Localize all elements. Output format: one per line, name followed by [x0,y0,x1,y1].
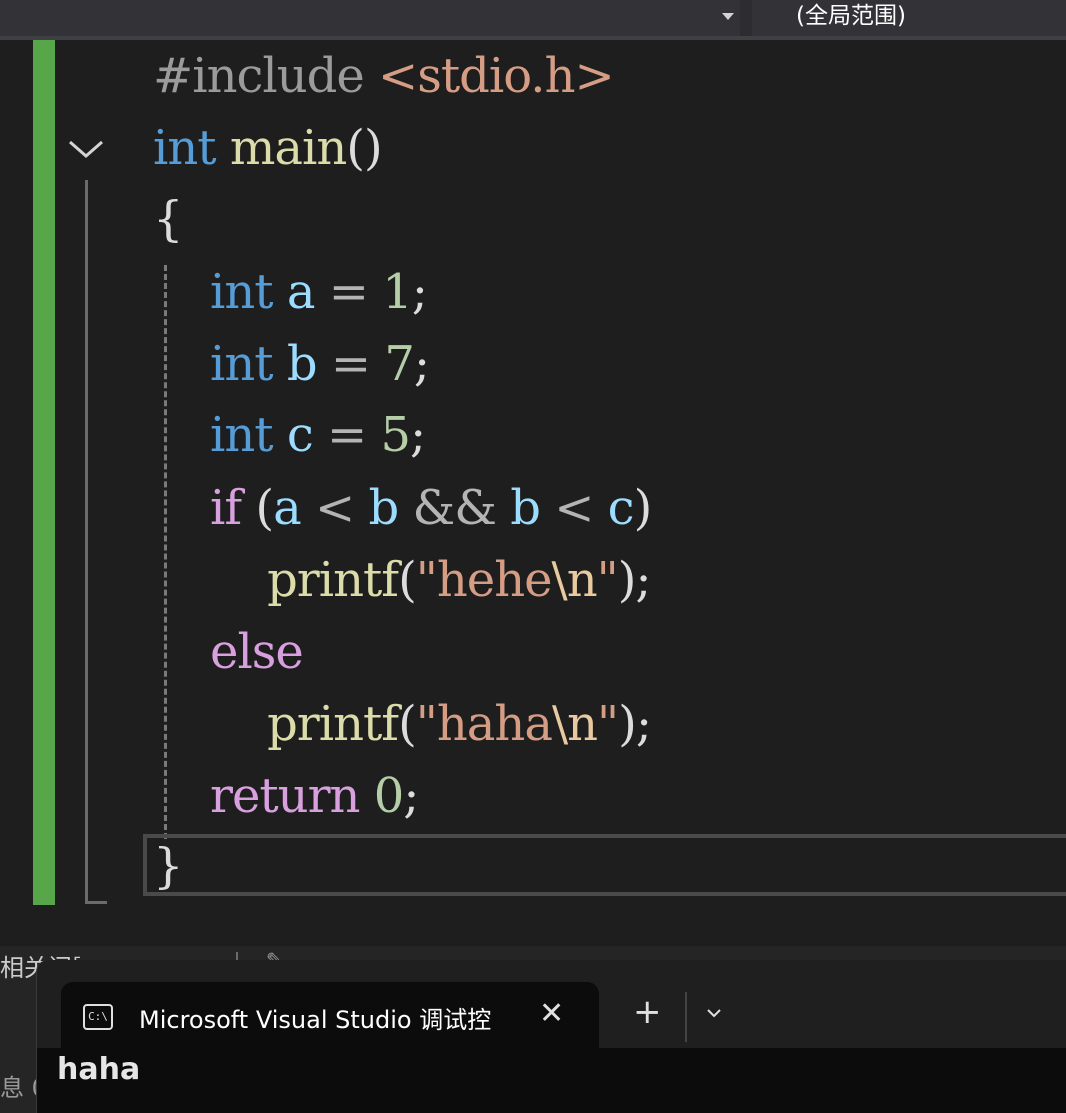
scope-bar: (全局范围) [0,0,1066,40]
code-line[interactable]: return 0; [153,760,419,832]
code-token: () [346,120,382,176]
code-token: ( [398,696,417,752]
code-token: a [286,264,316,320]
collapse-chevron-icon[interactable] [66,134,106,164]
code-token: ) [633,480,653,536]
code-token: printf [267,552,399,608]
code-token: = [312,407,381,463]
code-token: 5 [380,407,411,463]
code-token: int [210,336,274,392]
debug-console-window[interactable]: C:\ Microsoft Visual Studio 调试控 ✕ + haha [36,960,1066,1113]
code-token: main [229,120,347,176]
code-token: ( [241,480,274,536]
terminal-output-area[interactable]: haha [37,1048,1066,1113]
code-token: < [539,480,608,536]
outline-line-end [85,901,107,904]
code-token: { [153,191,184,247]
scope-label: (全局范围) [796,3,906,29]
scope-dropdown[interactable]: (全局范围) [752,0,1066,36]
code-token: = [314,264,383,320]
code-token: c [607,480,635,536]
code-token: "haha [415,696,553,752]
code-token: c [286,407,314,463]
code-token: 1 [382,264,413,320]
code-line[interactable]: #include <stdio.h> [153,40,615,112]
code-line[interactable]: if (a < b && b < c) [153,472,653,544]
code-line[interactable]: int b = 7; [153,328,430,400]
code-token: printf [267,696,399,752]
code-token: b [286,336,318,392]
code-token: b [510,480,541,536]
code-token: \n [551,552,598,608]
code-token: int [210,407,274,463]
outline-line [85,180,88,904]
code-token: ; [413,336,430,392]
chevron-down-icon[interactable] [707,1006,721,1020]
code-line[interactable]: int c = 5; [153,399,426,471]
dropdown-arrow-icon[interactable] [722,13,734,20]
code-token: ; [410,407,426,463]
code-token: " [597,696,619,752]
code-token: else [210,624,304,680]
code-token: ; [403,768,419,824]
code-token: ; [411,264,428,320]
code-token: < [300,480,369,536]
code-line[interactable]: } [153,830,184,902]
code-line[interactable]: { [153,183,184,255]
code-line[interactable]: int main() [153,112,383,184]
code-token: ( [398,552,417,608]
code-line[interactable]: int a = 1; [153,256,428,328]
terminal-tab[interactable]: C:\ Microsoft Visual Studio 调试控 ✕ [61,982,599,1058]
code-token: ); [618,696,652,752]
code-token: 7 [384,336,415,392]
terminal-output: haha [57,1052,141,1087]
tab-divider [685,992,687,1042]
code-line[interactable]: printf("haha\n"); [153,688,652,760]
change-tracking-bar [33,40,55,905]
member-dropdown[interactable] [0,0,740,36]
code-editor[interactable]: #include <stdio.h> int main(){ int a = 1;… [0,40,1066,946]
code-token: \n [551,696,598,752]
code-token: = [316,336,385,392]
code-line[interactable]: else [153,616,304,688]
close-tab-button[interactable]: ✕ [539,996,564,1031]
code-token: #include [153,48,365,104]
code-token: 0 [373,768,405,824]
code-line[interactable]: printf("hehe\n"); [153,544,652,616]
code-token: <stdio.h> [378,48,615,104]
code-token: int [153,120,217,176]
code-token: && [398,480,511,536]
terminal-tab-title: Microsoft Visual Studio 调试控 [139,1006,492,1034]
code-token: ); [617,552,652,608]
code-token: int [210,264,274,320]
new-tab-button[interactable]: + [633,992,662,1032]
code-token: " [596,552,619,608]
code-token: } [153,838,184,894]
code-token: b [368,480,400,536]
code-token: a [273,480,302,536]
console-icon: C:\ [83,1004,113,1030]
code-token: if [210,480,242,536]
current-line-highlight [143,834,1066,896]
code-token: "hehe [415,552,553,608]
code-token: return [210,768,360,824]
panel-side-label: 息 0 [0,1074,36,1102]
